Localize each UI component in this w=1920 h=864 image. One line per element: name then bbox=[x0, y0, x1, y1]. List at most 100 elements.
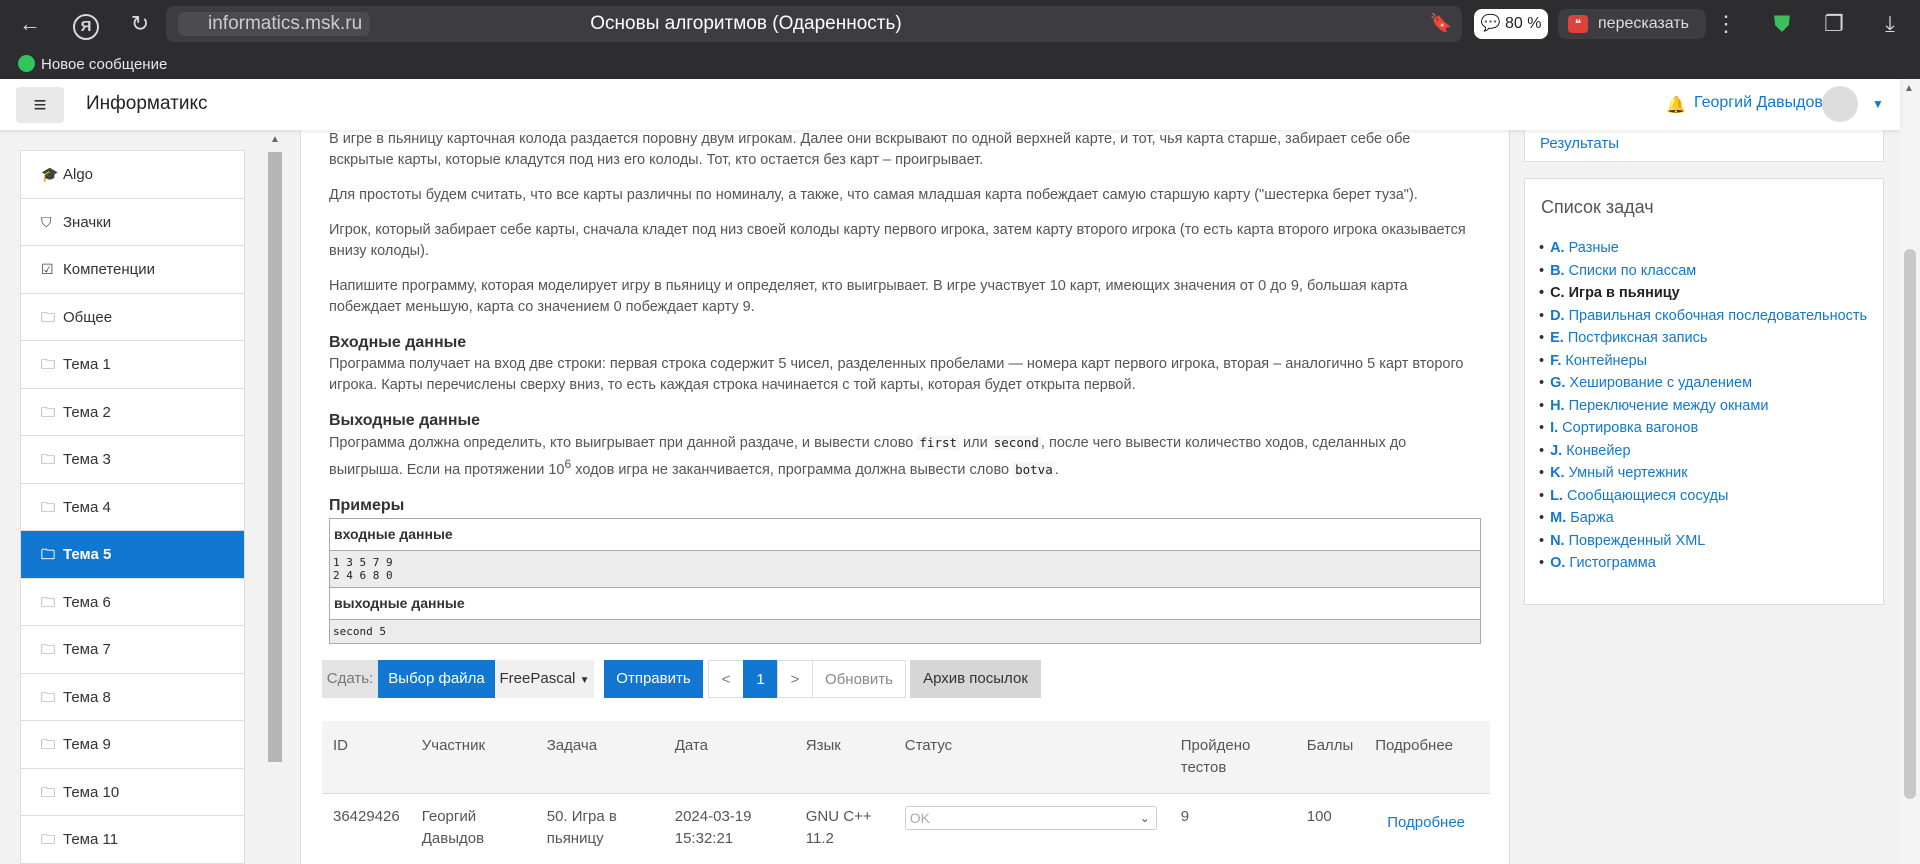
folder-icon: 🗀 bbox=[41, 451, 55, 467]
task-list-item[interactable]: O. Гистограмма bbox=[1539, 552, 1867, 575]
task-letter: H. bbox=[1550, 397, 1565, 414]
statement-paragraph: Для простоты будем считать, что все карт… bbox=[329, 187, 1418, 203]
sidebar-item-label: Тема 7 bbox=[63, 641, 111, 658]
task-list-item[interactable]: H. Переключение между окнами bbox=[1539, 395, 1867, 418]
send-button[interactable]: Отправить bbox=[604, 660, 703, 698]
task-list-item[interactable]: G. Хеширование с удалением bbox=[1539, 372, 1867, 395]
details-link[interactable]: Подробнее bbox=[1387, 812, 1465, 834]
scroll-up-icon[interactable]: ▲ bbox=[270, 134, 280, 145]
task-list-item[interactable]: I. Сортировка вагонов bbox=[1539, 417, 1867, 440]
back-arrow-icon[interactable]: ← bbox=[14, 10, 46, 38]
sidebar-item[interactable]: 🗀 Тема 3 bbox=[21, 436, 244, 484]
task-list-item[interactable]: F. Контейнеры bbox=[1539, 350, 1867, 373]
bookmark-icon[interactable]: 🔖 bbox=[1430, 13, 1452, 34]
sidebar-item[interactable]: 🗀 Тема 7 bbox=[21, 626, 244, 674]
results-link[interactable]: Результаты bbox=[1540, 135, 1619, 152]
choose-file-button[interactable]: Выбор файла bbox=[378, 660, 495, 698]
task-letter: I. bbox=[1550, 420, 1559, 436]
task-name: Гистограмма bbox=[1569, 555, 1656, 571]
site-navbar: ≡ Информатикс 🔔 Георгий Давыдов ▼ bbox=[0, 79, 1900, 130]
folder-icon: 🗀 bbox=[41, 403, 55, 420]
task-letter: C. bbox=[1550, 285, 1565, 301]
task-list-item[interactable]: N. Поврежденный XML bbox=[1539, 530, 1867, 553]
task-list-card: Список задач A. РазныеB. Списки по класс… bbox=[1524, 178, 1884, 605]
hamburger-menu-icon[interactable]: ≡ bbox=[16, 87, 64, 123]
column-header: Статус bbox=[893, 721, 1170, 793]
task-list-item[interactable]: B. Списки по классам bbox=[1539, 260, 1867, 283]
page-scrollbar[interactable]: ▲ bbox=[1900, 79, 1920, 864]
sidebar-item[interactable]: 🗀 Тема 6 bbox=[21, 579, 244, 626]
archive-button[interactable]: Архив посылок bbox=[910, 660, 1041, 698]
download-icon[interactable]: ⤓ bbox=[1874, 10, 1906, 38]
sidebar-item[interactable]: 🗀 Тема 4 bbox=[21, 484, 244, 531]
cell-user: Георгий Давыдов bbox=[410, 792, 536, 862]
sidebar-item[interactable]: 🗀 Тема 1 bbox=[21, 341, 244, 389]
task-list-item[interactable]: E. Постфиксная запись bbox=[1539, 327, 1867, 350]
sidebar-item[interactable]: 🗀 Общее bbox=[21, 294, 244, 341]
sidebar-item[interactable]: 🗀 Тема 9 bbox=[21, 721, 244, 769]
task-name: Сообщающиеся сосуды bbox=[1567, 487, 1729, 504]
submissions-table: ID Участник Задача Дата Язык Статус Прой… bbox=[322, 721, 1490, 862]
sidebar-item[interactable]: 🎓 Algo bbox=[21, 151, 244, 199]
prev-page-button[interactable]: < bbox=[708, 660, 744, 698]
folder-icon: 🗀 bbox=[41, 736, 55, 752]
collections-icon[interactable]: ❐ bbox=[1818, 10, 1850, 38]
sidebar-item-label: Тема 8 bbox=[63, 688, 111, 706]
code-botva: botva bbox=[1013, 461, 1055, 477]
shield-check-icon[interactable]: ⛊ bbox=[1766, 10, 1798, 38]
caret-down-icon[interactable]: ▼ bbox=[1872, 97, 1884, 111]
task-list-item[interactable]: D. Правильная скобочная последовательнос… bbox=[1539, 305, 1867, 328]
sidebar-item[interactable]: 🗀 Тема 10 bbox=[21, 769, 244, 816]
message-bookmark[interactable]: Новое сообщение bbox=[18, 55, 167, 73]
results-card: Результаты bbox=[1524, 130, 1884, 162]
sidebar-item[interactable]: 🗀 Тема 11 bbox=[21, 816, 244, 864]
task-list-item[interactable]: L. Сообщающиеся сосуды bbox=[1539, 485, 1867, 508]
sidebar-item[interactable]: ⛉ Значки bbox=[21, 199, 244, 246]
refresh-button[interactable]: Обновить bbox=[812, 660, 906, 698]
retell-icon: ❝ bbox=[1568, 15, 1588, 33]
reload-icon[interactable]: ↻ bbox=[124, 10, 156, 38]
status-select[interactable]: OK ⌄ bbox=[904, 805, 1157, 830]
sidebar-item[interactable]: ☑ Компетенции bbox=[21, 246, 244, 294]
user-name[interactable]: Георгий Давыдов bbox=[1694, 94, 1823, 112]
next-page-button[interactable]: > bbox=[777, 660, 813, 698]
bell-icon[interactable]: 🔔 bbox=[1666, 95, 1686, 115]
column-header: Пройдено тестов bbox=[1169, 721, 1296, 793]
folder-icon: 🗀 bbox=[41, 783, 55, 800]
more-vertical-icon[interactable]: ⋮ bbox=[1710, 10, 1742, 38]
scrollbar-thumb[interactable] bbox=[268, 152, 282, 762]
task-list-item[interactable]: A. Разные bbox=[1539, 237, 1867, 260]
folder-icon: 🗀 bbox=[41, 498, 55, 515]
folder-icon: 🗀 bbox=[41, 688, 55, 705]
cell-date: 2024-03-19 15:32:21 bbox=[663, 792, 795, 862]
scroll-up-icon[interactable]: ▲ bbox=[1904, 83, 1914, 94]
sidebar-item-label: Тема 11 bbox=[63, 831, 119, 848]
message-label: Новое сообщение bbox=[41, 56, 168, 73]
sidebar-item[interactable]: 🗀 Тема 8 bbox=[21, 674, 244, 721]
page-title: Основы алгоритмов (Одаренность) bbox=[590, 13, 902, 34]
sidebar-item-label: Общее bbox=[63, 308, 113, 326]
sidebar-scrollbar[interactable]: ▲ bbox=[265, 130, 285, 864]
site-brand[interactable]: Информатикс bbox=[86, 93, 207, 115]
url-text[interactable]: informatics.msk.ru bbox=[178, 12, 371, 36]
output-text: или bbox=[959, 435, 992, 451]
folder-icon: 🗀 bbox=[41, 546, 55, 562]
output-text: . bbox=[1054, 461, 1059, 478]
zoom-indicator[interactable]: 💬 80 % bbox=[1474, 9, 1548, 39]
scrollbar-thumb[interactable] bbox=[1904, 249, 1916, 799]
address-bar[interactable]: 🔒 informatics.msk.ru Основы алгоритмов (… bbox=[166, 6, 1462, 42]
yandex-icon[interactable]: Я bbox=[70, 10, 102, 40]
task-list: A. РазныеB. Списки по классамC. Игра в п… bbox=[1539, 237, 1867, 575]
task-letter: K. bbox=[1550, 465, 1565, 481]
language-select[interactable]: FreePascal ▼ bbox=[495, 660, 594, 698]
task-list-item[interactable]: K. Умный чертежник bbox=[1539, 462, 1867, 485]
task-list-item[interactable]: C. Игра в пьяницу bbox=[1539, 282, 1867, 305]
avatar[interactable] bbox=[1822, 86, 1858, 122]
retell-button[interactable]: ❝ пересказать bbox=[1558, 9, 1706, 39]
current-page-button[interactable]: 1 bbox=[743, 660, 778, 698]
task-list-item[interactable]: J. Конвейер bbox=[1539, 440, 1867, 463]
sidebar-item[interactable]: 🗀 Тема 5 bbox=[21, 531, 244, 579]
sidebar-item[interactable]: 🗀 Тема 2 bbox=[21, 389, 244, 436]
task-list-item[interactable]: M. Баржа bbox=[1539, 507, 1867, 530]
output-text: ходов игра не заканчивается, программа д… bbox=[571, 461, 1014, 478]
